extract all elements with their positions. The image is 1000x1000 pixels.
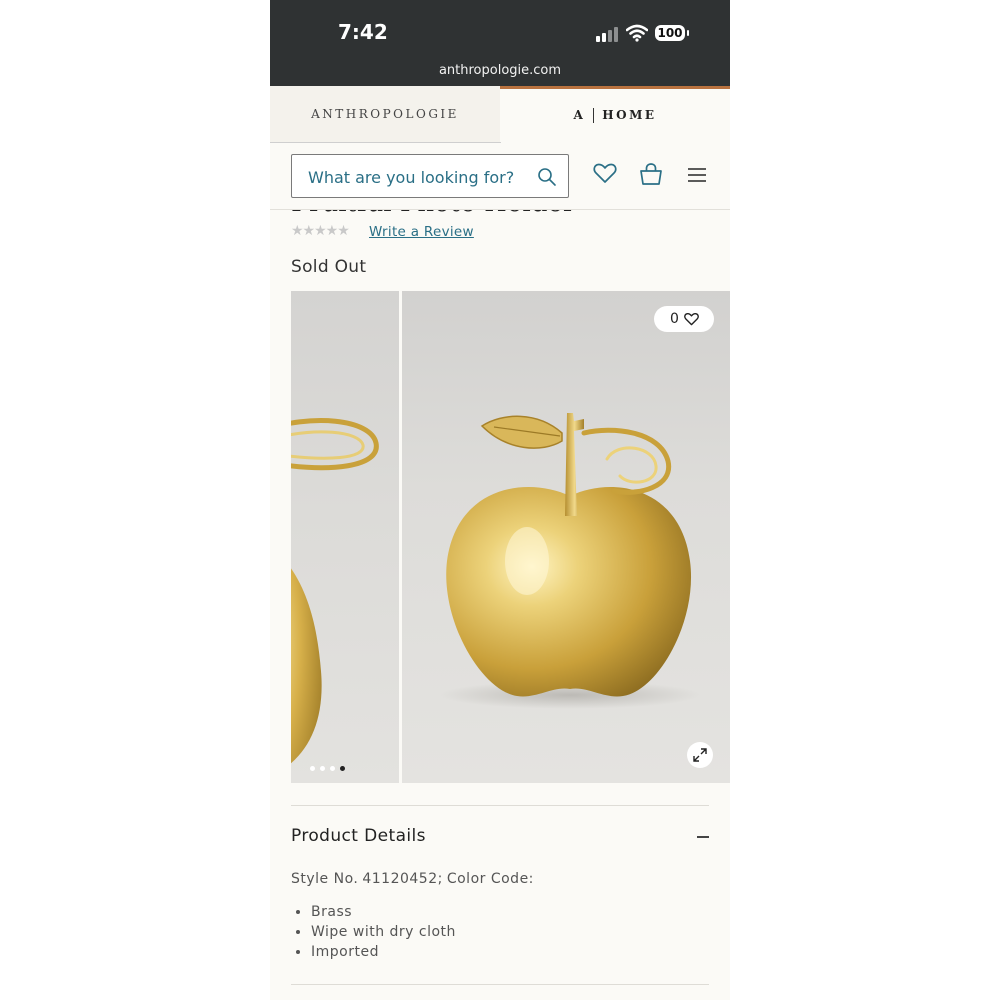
tab-anthropologie-home[interactable]: A HOME: [500, 86, 730, 142]
carousel-dot-active[interactable]: [340, 766, 345, 771]
status-bar: 7:42 100 anthropologie.com: [270, 0, 730, 86]
site-header: [270, 143, 730, 210]
carousel-image-previous[interactable]: [291, 291, 399, 783]
availability-status: Sold Out: [291, 257, 367, 277]
search-box[interactable]: [291, 154, 569, 198]
battery-icon: 100: [655, 25, 685, 41]
pear-photo-holder-image: [291, 418, 379, 764]
color-code-label: Color Code:: [446, 871, 534, 887]
list-item: Wipe with dry cloth: [311, 922, 456, 942]
menu-icon[interactable]: [687, 167, 707, 183]
address-bar-url[interactable]: anthropologie.com: [270, 63, 730, 78]
home-tab-letter: A: [573, 108, 586, 122]
list-item: Brass: [311, 902, 456, 922]
carousel-dot[interactable]: [310, 766, 315, 771]
heart-icon: [684, 312, 699, 326]
phone-screen: 7:42 100 anthropologie.com ANTHROPOLOGIE…: [270, 0, 730, 1000]
search-input[interactable]: [306, 164, 530, 190]
expand-image-button[interactable]: [687, 742, 713, 768]
battery-cap: [687, 30, 689, 36]
expand-icon: [693, 748, 707, 762]
wifi-icon: [626, 24, 648, 42]
like-count: 0: [670, 311, 679, 327]
style-label: Style No.: [291, 871, 359, 887]
bag-icon[interactable]: [639, 162, 663, 186]
heart-icon[interactable]: [593, 162, 617, 184]
product-details-list: Brass Wipe with dry cloth Imported: [291, 902, 456, 962]
style-number: 41120452;: [362, 871, 443, 887]
divider: [291, 805, 709, 806]
collapse-minus-icon[interactable]: [697, 836, 709, 838]
home-tab-divider: [593, 108, 595, 123]
signal-icon: [596, 26, 620, 42]
search-icon[interactable]: [537, 167, 557, 187]
carousel-dot[interactable]: [320, 766, 325, 771]
product-details-heading[interactable]: Product Details: [291, 826, 426, 846]
status-time: 7:42: [338, 20, 388, 44]
carousel-dot[interactable]: [330, 766, 335, 771]
apple-photo-holder-image: [440, 413, 700, 709]
tab-anthropologie[interactable]: ANTHROPOLOGIE: [270, 86, 501, 143]
rating-stars: ★★★★★: [291, 223, 350, 239]
brand-tabs: ANTHROPOLOGIE A HOME: [270, 86, 730, 143]
like-count-button[interactable]: 0: [654, 306, 714, 332]
write-review-link[interactable]: Write a Review: [369, 224, 474, 240]
divider: [291, 984, 709, 985]
list-item: Imported: [311, 942, 456, 962]
carousel-image-main[interactable]: 0: [402, 291, 730, 783]
home-tab-label: HOME: [602, 108, 657, 122]
style-number-line: Style No. 41120452; Color Code:: [291, 871, 538, 887]
